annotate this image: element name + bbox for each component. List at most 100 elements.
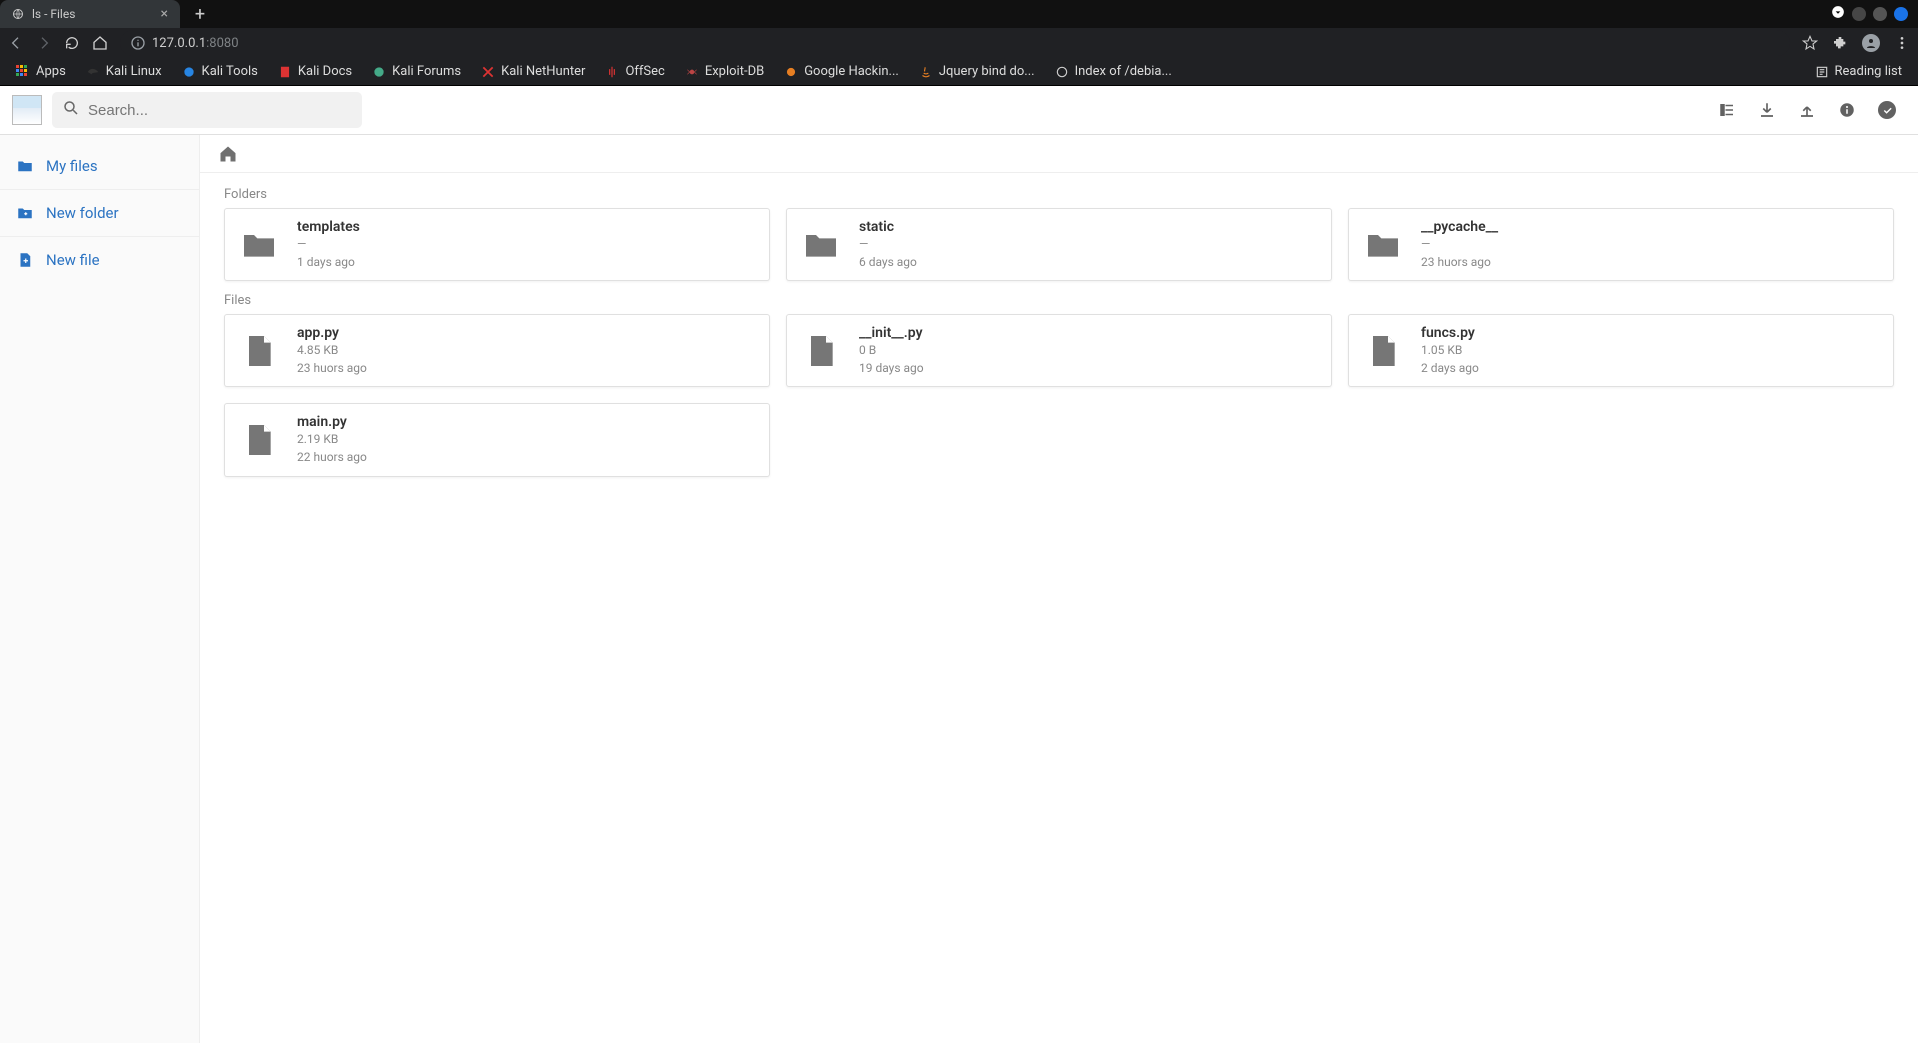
- item-card[interactable]: __init__.py 0 B 19 days ago: [786, 314, 1332, 387]
- breadcrumb: [200, 135, 1918, 173]
- file-icon: [239, 331, 279, 371]
- bookmark-kali-linux[interactable]: Kali Linux: [78, 64, 170, 79]
- app-header: [0, 86, 1918, 135]
- bookmark-apps[interactable]: Apps: [8, 64, 74, 79]
- home-nav-icon[interactable]: [92, 35, 108, 51]
- item-card[interactable]: __pycache__ — 23 huors ago: [1348, 208, 1894, 281]
- view-toggle-icon[interactable]: [1718, 101, 1736, 119]
- item-name: main.py: [297, 414, 367, 430]
- file-icon: [1363, 331, 1403, 371]
- bookmark-label: Kali Tools: [202, 64, 258, 79]
- sidebar: My files New folder New file: [0, 135, 200, 1043]
- item-card[interactable]: funcs.py 1.05 KB 2 days ago: [1348, 314, 1894, 387]
- item-name: funcs.py: [1421, 325, 1479, 341]
- address-bar[interactable]: 127.0.0.1:8080: [120, 30, 1790, 56]
- file-icon: [239, 420, 279, 460]
- forward-icon[interactable]: [36, 35, 52, 51]
- tab-title: ls - Files: [32, 7, 75, 21]
- bookmark-kali-tools[interactable]: Kali Tools: [174, 64, 266, 79]
- search-input[interactable]: [88, 102, 352, 119]
- main-area: Folders templates — 1 days ago static — …: [200, 135, 1918, 1043]
- bookmark-label: OffSec: [625, 64, 664, 79]
- item-time: 23 huors ago: [297, 361, 367, 377]
- folder-icon: [16, 157, 34, 175]
- bookmark-offsec[interactable]: OffSec: [597, 64, 672, 79]
- bookmark-label: Jquery bind do...: [939, 64, 1035, 79]
- item-card[interactable]: app.py 4.85 KB 23 huors ago: [224, 314, 770, 387]
- bookmark-exploit-db[interactable]: Exploit-DB: [677, 64, 772, 79]
- bookmark-jquery-bind[interactable]: Jquery bind do...: [911, 64, 1043, 79]
- bookmark-index-debian[interactable]: Index of /debia...: [1047, 64, 1180, 79]
- file-icon: [801, 331, 841, 371]
- bookmark-label: Exploit-DB: [705, 64, 764, 79]
- nethunter-icon: [481, 65, 495, 79]
- file-plus-icon: [16, 251, 34, 269]
- site-info-icon[interactable]: [130, 35, 146, 51]
- folder-icon: [1363, 225, 1403, 265]
- header-actions: [1718, 101, 1906, 119]
- globe-icon: [1055, 65, 1069, 79]
- sidebar-item-my-files[interactable]: My files: [0, 143, 199, 190]
- item-card[interactable]: static — 6 days ago: [786, 208, 1332, 281]
- reading-list[interactable]: Reading list: [1807, 64, 1910, 79]
- dropdown-icon[interactable]: [1831, 5, 1845, 23]
- profile-icon[interactable]: [1862, 34, 1880, 52]
- bookmark-label: Kali NetHunter: [501, 64, 585, 79]
- upload-icon[interactable]: [1798, 101, 1816, 119]
- item-name: __init__.py: [859, 325, 924, 341]
- bookmark-kali-docs[interactable]: Kali Docs: [270, 64, 360, 79]
- browser-chrome: ls - Files × + 127.0.0.1:8080 Apps: [0, 0, 1918, 86]
- extensions-icon[interactable]: [1832, 35, 1848, 51]
- search-field[interactable]: [52, 92, 362, 128]
- files-label: Files: [224, 293, 1894, 308]
- globe-icon: [12, 8, 24, 20]
- bookmarks-bar: Apps Kali Linux Kali Tools Kali Docs Kal…: [0, 58, 1918, 86]
- home-icon[interactable]: [218, 144, 238, 164]
- bookmark-label: Kali Linux: [106, 64, 162, 79]
- back-icon[interactable]: [8, 35, 24, 51]
- maximize-icon[interactable]: [1873, 7, 1887, 21]
- search-icon: [62, 99, 80, 121]
- folder-icon: [239, 225, 279, 265]
- item-time: 6 days ago: [859, 255, 917, 271]
- sidebar-item-new-folder[interactable]: New folder: [0, 190, 199, 237]
- browser-tab[interactable]: ls - Files ×: [0, 0, 180, 28]
- sidebar-item-new-file[interactable]: New file: [0, 237, 199, 283]
- bookmark-label: Kali Forums: [392, 64, 461, 79]
- check-icon[interactable]: [1878, 101, 1896, 119]
- item-size: 2.19 KB: [297, 432, 367, 448]
- star-icon[interactable]: [1802, 35, 1818, 51]
- download-icon[interactable]: [1758, 101, 1776, 119]
- item-time: 2 days ago: [1421, 361, 1479, 377]
- bookmark-kali-forums[interactable]: Kali Forums: [364, 64, 469, 79]
- item-card[interactable]: main.py 2.19 KB 22 huors ago: [224, 403, 770, 476]
- bookmark-label: Google Hackin...: [804, 64, 899, 79]
- item-size: 1.05 KB: [1421, 343, 1479, 359]
- url-host: 127.0.0.1: [152, 36, 206, 51]
- reload-icon[interactable]: [64, 35, 80, 51]
- bookmark-kali-nethunter[interactable]: Kali NetHunter: [473, 64, 593, 79]
- item-time: 22 huors ago: [297, 450, 367, 466]
- folders-label: Folders: [224, 187, 1894, 202]
- item-card[interactable]: templates — 1 days ago: [224, 208, 770, 281]
- forums-icon: [372, 65, 386, 79]
- tab-strip: ls - Files × +: [0, 0, 1918, 28]
- info-icon[interactable]: [1838, 101, 1856, 119]
- bookmark-google-hacking[interactable]: Google Hackin...: [776, 64, 907, 79]
- ghdb-icon: [784, 65, 798, 79]
- item-size: —: [297, 237, 360, 253]
- minimize-icon[interactable]: [1852, 7, 1866, 21]
- item-name: app.py: [297, 325, 367, 341]
- bookmark-label: Kali Docs: [298, 64, 352, 79]
- app-logo: [12, 95, 42, 125]
- close-window-icon[interactable]: [1894, 7, 1908, 21]
- nav-bar: 127.0.0.1:8080: [0, 28, 1918, 58]
- menu-icon[interactable]: [1894, 35, 1910, 51]
- sidebar-item-label: New folder: [46, 204, 119, 222]
- docs-icon: [278, 65, 292, 79]
- new-tab-button[interactable]: +: [188, 4, 212, 25]
- reading-list-label: Reading list: [1835, 64, 1902, 79]
- file-app: My files New folder New file Folders tem…: [0, 86, 1918, 1043]
- tools-icon: [182, 65, 196, 79]
- close-tab-icon[interactable]: ×: [161, 6, 168, 22]
